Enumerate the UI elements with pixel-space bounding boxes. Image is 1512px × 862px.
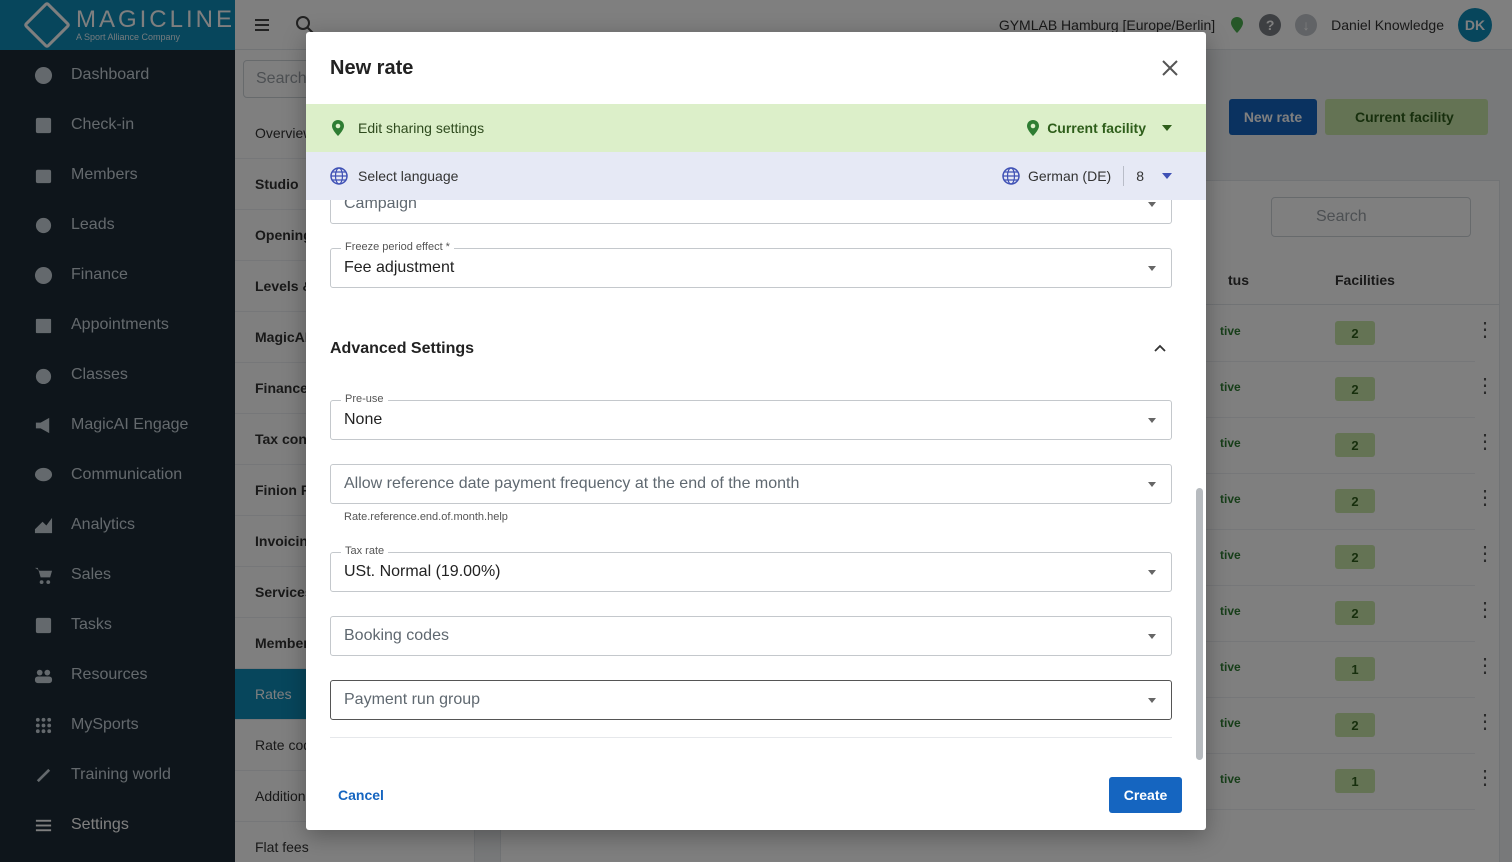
- dialog-title: New rate: [330, 56, 414, 79]
- new-rate-dialog: New rate Edit sharing settings Current f…: [306, 32, 1206, 830]
- tax-rate-value: USt. Normal (19.00%): [344, 563, 501, 580]
- sharing-facility-value: Current facility: [1047, 120, 1146, 136]
- dropdown-arrow-icon: [1148, 570, 1156, 575]
- location-pin-icon: [332, 120, 344, 136]
- dialog-header: New rate: [306, 32, 1206, 104]
- pre-use-value: None: [344, 411, 383, 428]
- language-value: German (DE): [1027, 168, 1112, 184]
- pre-use-label: Pre-use: [341, 393, 388, 405]
- tax-rate-select[interactable]: Tax rate USt. Normal (19.00%): [330, 545, 1172, 592]
- language-bar[interactable]: Select language German (DE) 8: [306, 152, 1206, 200]
- language-count: 8: [1136, 168, 1144, 184]
- sharing-settings-label[interactable]: Edit sharing settings: [358, 120, 484, 136]
- payment-run-group-placeholder: Payment run group: [344, 691, 481, 708]
- reference-date-select[interactable]: Allow reference date payment frequency a…: [330, 464, 1172, 504]
- dropdown-arrow-icon: [1148, 266, 1156, 271]
- dialog-footer: Cancel Create: [306, 760, 1206, 830]
- reference-date-placeholder: Allow reference date payment frequency a…: [344, 475, 800, 492]
- location-pin-icon: [1027, 120, 1040, 136]
- campaign-select[interactable]: Campaign: [330, 200, 1172, 224]
- cancel-button[interactable]: Cancel: [338, 787, 384, 803]
- dialog-body: Campaign Freeze period effect * Fee adju…: [306, 200, 1206, 760]
- payment-run-group-select[interactable]: Payment run group: [330, 680, 1172, 720]
- create-button[interactable]: Create: [1109, 777, 1182, 813]
- close-button[interactable]: [1158, 56, 1182, 80]
- divider: [330, 737, 1172, 738]
- dropdown-arrow-icon: [1148, 698, 1156, 703]
- sharing-settings-bar[interactable]: Edit sharing settings Current facility: [306, 104, 1206, 152]
- booking-codes-select[interactable]: Booking codes: [330, 616, 1172, 656]
- freeze-period-effect-label: Freeze period effect *: [341, 241, 454, 253]
- dropdown-arrow-icon: [1148, 634, 1156, 639]
- freeze-period-effect-select[interactable]: Freeze period effect * Fee adjustment: [330, 241, 1172, 288]
- divider: [1123, 166, 1125, 186]
- dropdown-arrow-icon: [1148, 482, 1156, 487]
- reference-date-helper: Rate.reference.end.of.month.help: [344, 511, 508, 523]
- chevron-down-icon: [1162, 125, 1172, 131]
- app-root: MAGICLINE A Sport Alliance Company Dashb…: [0, 0, 1512, 862]
- language-label: Select language: [358, 168, 459, 184]
- dropdown-arrow-icon: [1148, 202, 1156, 207]
- booking-codes-placeholder: Booking codes: [344, 627, 449, 644]
- advanced-settings-title[interactable]: Advanced Settings: [330, 340, 474, 358]
- dropdown-arrow-icon: [1148, 418, 1156, 423]
- language-select[interactable]: German (DE) 8: [1002, 166, 1182, 186]
- sharing-facility-select[interactable]: Current facility: [1025, 119, 1182, 137]
- globe-icon: [330, 167, 348, 185]
- tax-rate-label: Tax rate: [341, 545, 389, 557]
- campaign-placeholder: Campaign: [344, 200, 417, 212]
- close-icon: [1162, 60, 1178, 76]
- pre-use-select[interactable]: Pre-use None: [330, 393, 1172, 440]
- chevron-up-icon[interactable]: [1154, 344, 1166, 352]
- chevron-down-icon: [1162, 173, 1172, 179]
- globe-icon: [1002, 167, 1020, 185]
- freeze-period-effect-value: Fee adjustment: [344, 259, 455, 276]
- dialog-scrollbar[interactable]: [1196, 488, 1203, 760]
